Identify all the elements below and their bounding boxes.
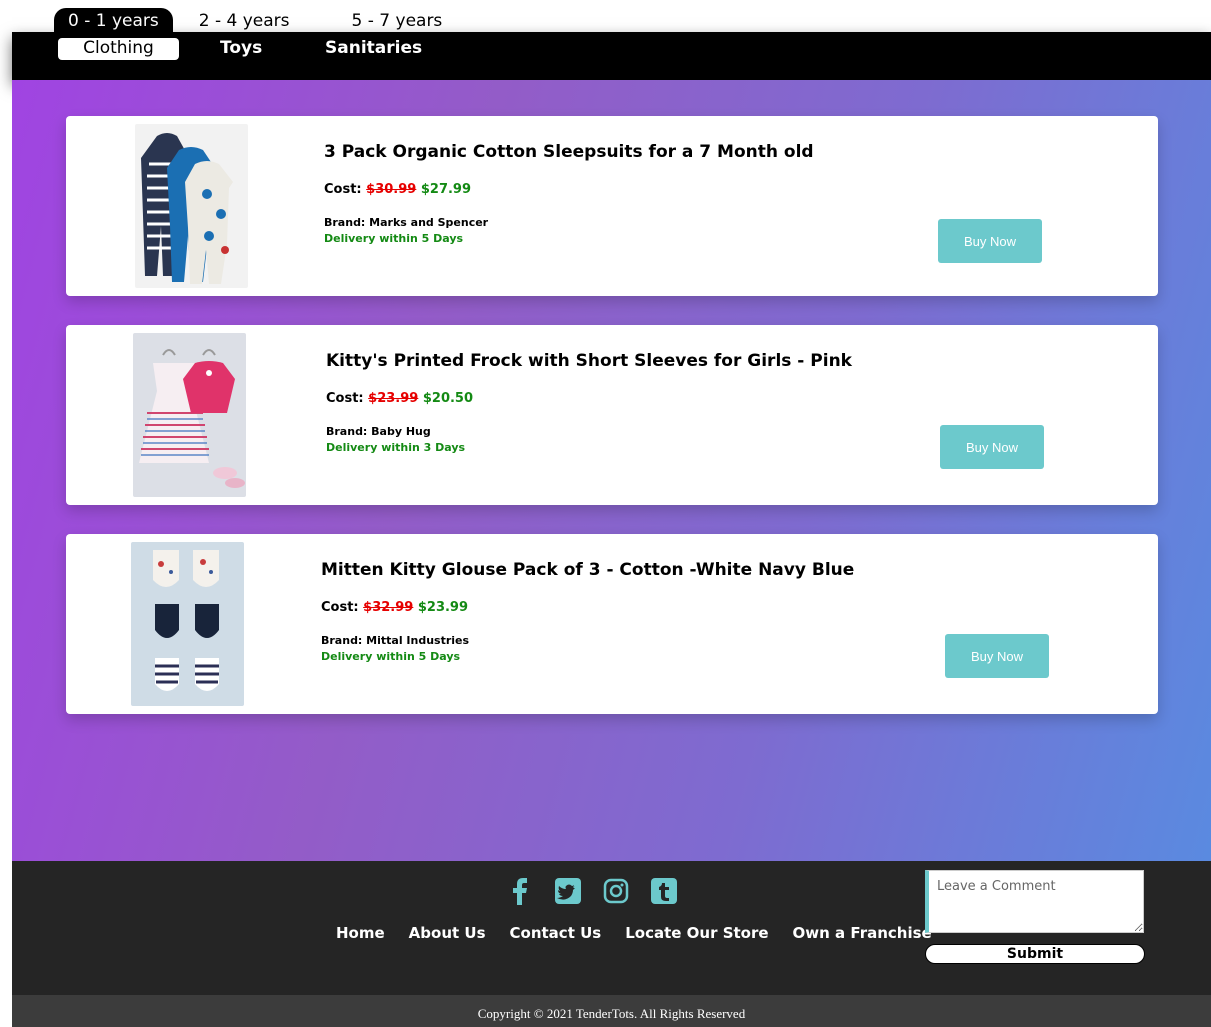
facebook-icon[interactable] [506,877,534,905]
age-tab-2-4[interactable]: 2 - 4 years [185,8,304,32]
footer-link-about[interactable]: About Us [409,924,486,942]
age-tabs: 0 - 1 years 2 - 4 years 5 - 7 years [54,8,456,32]
copyright-bar: Copyright © 2021 TenderTots. All Rights … [12,995,1211,1027]
product-cost: Cost: $32.99 $23.99 [321,600,468,615]
product-card: 3 Pack Organic Cotton Sleepsuits for a 7… [66,116,1158,296]
old-price: $32.99 [363,600,414,615]
product-card: Kitty's Printed Frock with Short Sleeves… [66,325,1158,505]
category-clothing[interactable]: Clothing [58,38,179,60]
category-sanitaries[interactable]: Sanitaries [325,38,422,60]
new-price: $23.99 [417,600,469,615]
footer: Home About Us Contact Us Locate Our Stor… [12,861,1211,995]
instagram-icon[interactable] [602,877,630,905]
twitter-icon[interactable] [554,877,582,905]
old-price: $30.99 [366,182,417,197]
footer-link-franchise[interactable]: Own a Franchise [793,924,932,942]
footer-link-locate-store[interactable]: Locate Our Store [625,924,768,942]
product-delivery: Delivery within 3 Days [326,441,466,454]
age-tab-0-1[interactable]: 0 - 1 years [54,8,173,32]
buy-now-button[interactable]: Buy Now [938,219,1042,263]
product-title[interactable]: Mitten Kitty Glouse Pack of 3 - Cotton -… [321,560,854,580]
social-links [506,877,678,905]
footer-link-contact[interactable]: Contact Us [510,924,602,942]
product-brand: Brand: Baby Hug [326,425,431,438]
product-title[interactable]: 3 Pack Organic Cotton Sleepsuits for a 7… [324,142,814,162]
buy-now-button[interactable]: Buy Now [940,425,1044,469]
submit-button[interactable]: Submit [925,944,1145,964]
age-tab-5-7[interactable]: 5 - 7 years [338,8,457,32]
category-nav: Clothing Toys Sanitaries [12,32,1211,80]
product-card: Mitten Kitty Glouse Pack of 3 - Cotton -… [66,534,1158,714]
buy-now-button[interactable]: Buy Now [945,634,1049,678]
product-cost: Cost: $30.99 $27.99 [324,182,471,197]
category-toys[interactable]: Toys [220,38,262,60]
product-image-mittens[interactable] [131,542,244,706]
product-image-sleepsuits[interactable] [135,124,248,288]
footer-link-home[interactable]: Home [336,924,385,942]
copyright-text: Copyright © 2021 TenderTots. All Rights … [477,1006,746,1021]
old-price: $23.99 [368,391,419,406]
product-list: 3 Pack Organic Cotton Sleepsuits for a 7… [12,80,1211,861]
tumblr-icon[interactable] [650,877,678,905]
new-price: $27.99 [420,182,472,197]
product-image-frock[interactable] [133,333,246,497]
product-brand: Brand: Marks and Spencer [324,216,489,229]
comment-input[interactable] [925,870,1144,933]
page: 0 - 1 years 2 - 4 years 5 - 7 years Clot… [12,0,1211,1027]
cost-label: Cost: [324,182,362,197]
product-cost: Cost: $23.99 $20.50 [326,391,473,406]
cost-label: Cost: [321,600,359,615]
product-delivery: Delivery within 5 Days [324,232,464,245]
product-delivery: Delivery within 5 Days [321,650,461,663]
new-price: $20.50 [422,391,474,406]
product-title[interactable]: Kitty's Printed Frock with Short Sleeves… [326,351,852,371]
footer-links: Home About Us Contact Us Locate Our Stor… [336,924,956,942]
cost-label: Cost: [326,391,364,406]
product-brand: Brand: Mittal Industries [321,634,470,647]
